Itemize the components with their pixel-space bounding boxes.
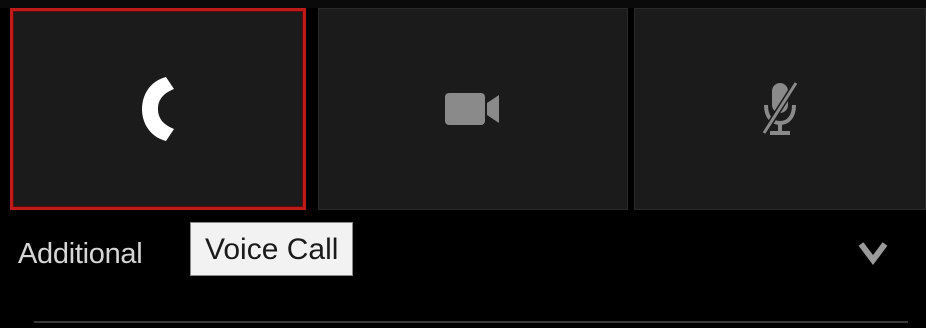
mute-microphone-button[interactable] [634,8,926,210]
microphone-muted-icon [760,79,800,139]
chevron-down-icon[interactable] [858,240,888,271]
voice-call-button[interactable] [10,8,306,210]
call-button-row [0,8,926,210]
video-call-button[interactable] [318,8,628,210]
call-panel: Additional Voice Call [0,0,926,328]
additional-options-row[interactable]: Additional [0,212,926,292]
video-camera-icon [443,89,503,129]
additional-options-label: Additional [18,238,143,270]
voice-call-tooltip: Voice Call [190,222,354,276]
divider [34,321,908,323]
phone-icon [136,73,180,145]
